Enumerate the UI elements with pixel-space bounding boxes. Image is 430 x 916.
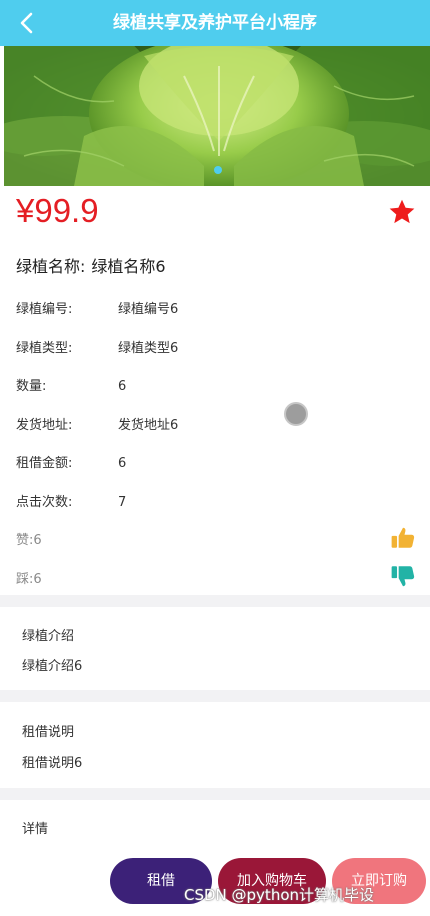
- section-separator: [0, 690, 430, 702]
- plant-name-row: 绿植名称: 绿植名称6: [16, 253, 166, 277]
- field-plant-code: 绿植编号: 绿植编号6: [16, 298, 178, 317]
- carousel-indicator-dot[interactable]: [214, 166, 222, 174]
- plant-name-label: 绿植名称:: [16, 257, 86, 276]
- field-value: 6: [118, 456, 127, 471]
- section-text-rent-notes: 租借说明6: [22, 756, 83, 771]
- top-bar: 绿植共享及养护平台小程序: [0, 0, 430, 46]
- field-value: 7: [118, 495, 127, 510]
- field-label: 数量:: [16, 379, 47, 394]
- dislike-count: 踩:6: [16, 572, 42, 587]
- field-label: 绿植编号:: [16, 302, 73, 317]
- section-title-rent-notes: 租借说明: [22, 725, 75, 740]
- field-rent-amount: 租借金额: 6: [16, 452, 126, 471]
- field-value: 6: [118, 379, 127, 394]
- field-label: 点击次数:: [16, 495, 73, 510]
- section-separator: [0, 788, 430, 800]
- thumbs-up-icon[interactable]: [390, 525, 416, 551]
- section-title-intro: 绿植介绍: [22, 629, 75, 644]
- field-plant-type: 绿植类型: 绿植类型6: [16, 337, 178, 356]
- field-label: 发货地址:: [16, 418, 73, 433]
- thumbs-down-icon[interactable]: [390, 563, 416, 589]
- price: ¥99.9: [16, 192, 99, 229]
- favorite-star-icon[interactable]: [388, 198, 416, 226]
- cabbage-image: [4, 46, 430, 186]
- section-text-intro: 绿植介绍6: [22, 659, 83, 674]
- field-quantity: 数量: 6: [16, 375, 126, 394]
- field-label: 绿植类型:: [16, 341, 73, 356]
- floating-cursor-dot: [284, 402, 308, 426]
- field-shipping-address: 发货地址: 发货地址6: [16, 414, 178, 433]
- field-click-count: 点击次数: 7: [16, 491, 126, 510]
- field-value: 绿植类型6: [118, 341, 179, 356]
- section-separator: [0, 595, 430, 607]
- like-count: 赞:6: [16, 533, 42, 548]
- page-title: 绿植共享及养护平台小程序: [113, 13, 317, 33]
- watermark: CSDN @python计算机毕设: [184, 886, 375, 904]
- field-value: 绿植编号6: [118, 302, 179, 317]
- plant-name-value: 绿植名称6: [91, 257, 166, 276]
- section-title-details: 详情: [22, 822, 49, 837]
- field-value: 发货地址6: [118, 418, 179, 433]
- product-image-carousel[interactable]: [4, 46, 430, 186]
- field-label: 租借金额:: [16, 456, 73, 471]
